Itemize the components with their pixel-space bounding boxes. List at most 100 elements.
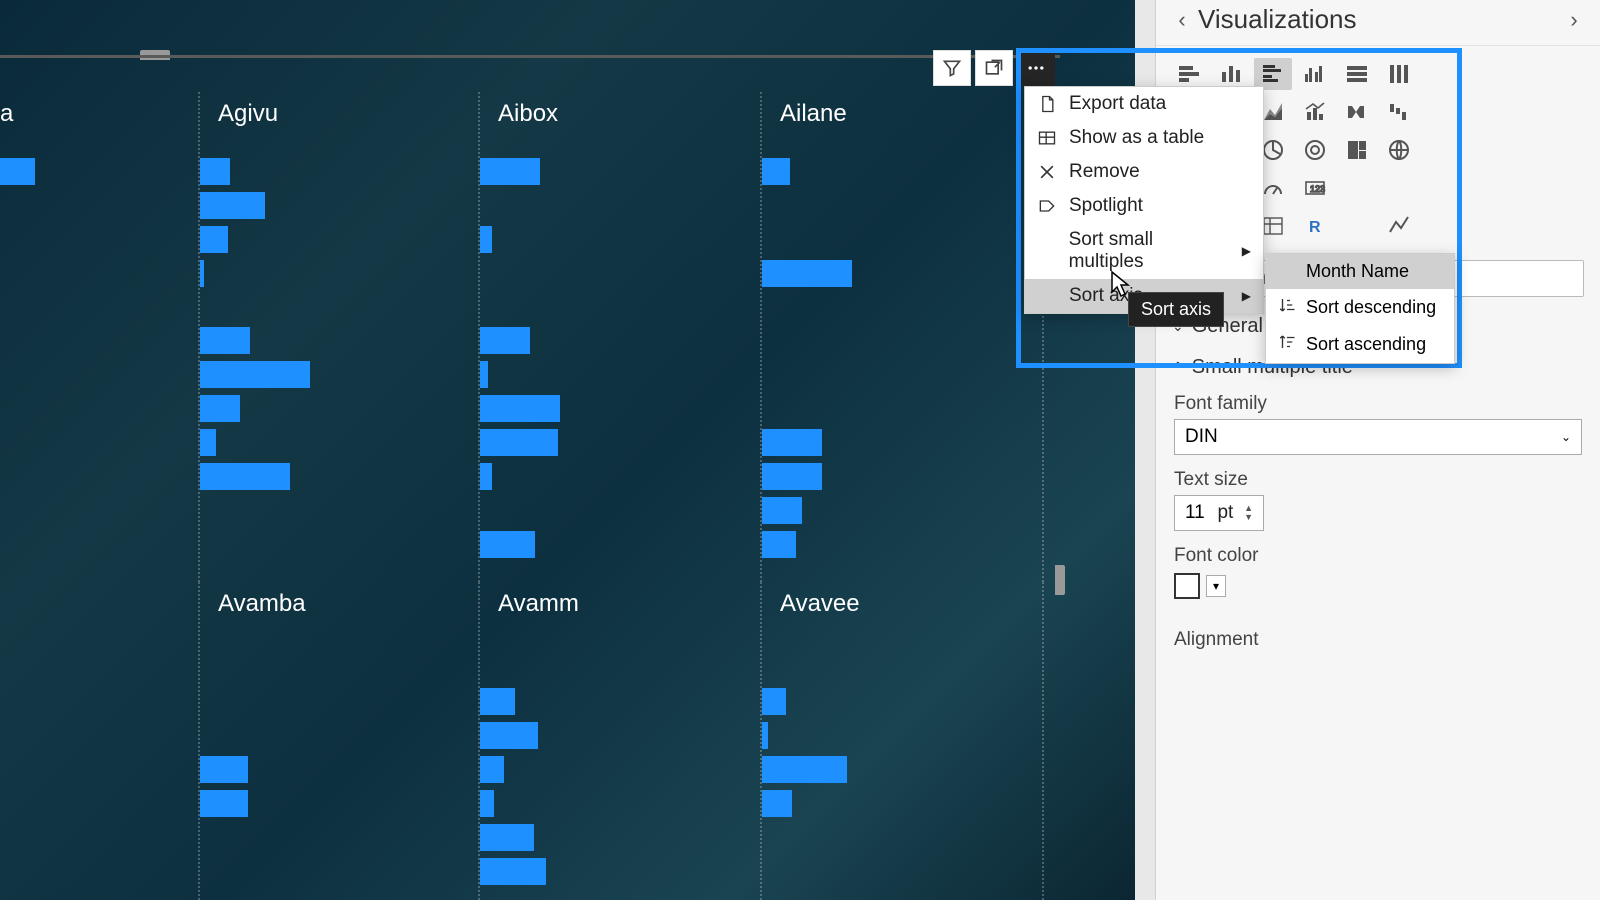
key-influencers-icon[interactable] [1380, 210, 1418, 242]
bar[interactable] [762, 790, 792, 817]
bar[interactable] [480, 327, 530, 354]
menu-sort-small-multiples[interactable]: Sort small multiples ▶ [1025, 223, 1263, 279]
text-size-spinner[interactable]: ▲▼ [1244, 504, 1253, 522]
alignment-label: Alignment [1174, 629, 1582, 651]
line-column-icon[interactable] [1296, 96, 1334, 128]
bar[interactable] [480, 688, 515, 715]
chevron-right-icon: ▶ [1242, 244, 1251, 258]
bar[interactable] [480, 361, 488, 388]
text-size-input[interactable]: 11 pt ▲▼ [1174, 495, 1264, 531]
pane-collapse-right[interactable]: › [1558, 7, 1590, 33]
menu-spotlight[interactable]: Spotlight [1025, 189, 1263, 223]
bar[interactable] [480, 226, 492, 253]
waterfall-icon[interactable] [1380, 96, 1418, 128]
bar[interactable] [480, 756, 504, 783]
bar[interactable] [762, 260, 852, 287]
bar[interactable] [762, 531, 796, 558]
small-multiples-grid: aAgivuAiboxAilaneAvambaAvammAvavee [0, 92, 1060, 900]
bar[interactable] [480, 858, 546, 885]
bar[interactable] [480, 531, 535, 558]
small-multiple-title: Avavee [762, 590, 1030, 618]
submenu-label: Month Name [1306, 261, 1409, 282]
bar[interactable] [480, 722, 538, 749]
bar[interactable] [200, 226, 228, 253]
menu-remove[interactable]: Remove [1025, 155, 1263, 189]
r-visual-icon[interactable]: R [1296, 210, 1334, 242]
chevron-right-icon: ▶ [1242, 289, 1251, 303]
menu-label: Sort small multiples [1069, 229, 1230, 273]
font-color-swatch[interactable] [1174, 573, 1200, 599]
multi-card-icon[interactable] [1338, 172, 1376, 204]
bar[interactable] [200, 790, 248, 817]
menu-show-as-table[interactable]: Show as a table [1025, 121, 1263, 155]
ribbon-chart-icon[interactable] [1338, 96, 1376, 128]
bar[interactable] [200, 260, 204, 287]
bar[interactable] [762, 756, 847, 783]
bar[interactable] [200, 192, 265, 219]
small-multiple-title: Aibox [480, 100, 748, 128]
visual-header-toolbar [933, 50, 1055, 86]
document-icon [1037, 94, 1057, 114]
small-multiple-cell: a [0, 92, 200, 582]
text-size-unit: pt [1217, 502, 1233, 524]
visual-context-menu: Export data Show as a table Remove Spotl… [1024, 86, 1264, 314]
small-multiple-cell: Agivu [200, 92, 480, 582]
bar[interactable] [200, 361, 310, 388]
bar[interactable] [200, 327, 250, 354]
more-options-button[interactable] [1017, 50, 1055, 86]
small-multiple-cell: Avavee [762, 582, 1044, 900]
bar[interactable] [480, 824, 534, 851]
bar[interactable] [762, 722, 768, 749]
submenu-sort-descending[interactable]: Sort descending [1266, 289, 1454, 326]
filter-button[interactable] [933, 50, 971, 86]
small-multiple-title: Avamba [200, 590, 466, 618]
submenu-month-name[interactable]: Month Name [1266, 254, 1454, 289]
small-multiple-cell: Ailane [762, 92, 1044, 582]
submenu-label: Sort descending [1306, 297, 1436, 318]
100-stacked-column-icon[interactable] [1380, 58, 1418, 90]
bar[interactable] [200, 158, 230, 185]
bar[interactable] [762, 158, 790, 185]
small-multiple-title: a [0, 100, 186, 128]
donut-icon[interactable] [1296, 134, 1334, 166]
pane-header: ‹ Visualizations › [1156, 0, 1600, 46]
bar[interactable] [200, 429, 216, 456]
submenu-sort-ascending[interactable]: Sort ascending [1266, 326, 1454, 363]
menu-label: Spotlight [1069, 195, 1143, 217]
bar[interactable] [200, 756, 248, 783]
bar[interactable] [762, 688, 786, 715]
sort-ascending-icon [1278, 333, 1296, 356]
clustered-column-icon[interactable] [1296, 58, 1334, 90]
font-color-label: Font color [1174, 545, 1582, 567]
bar[interactable] [480, 463, 492, 490]
submenu-label: Sort ascending [1306, 334, 1426, 355]
bar[interactable] [762, 463, 822, 490]
kpi-icon[interactable] [1380, 172, 1418, 204]
bar[interactable] [480, 790, 494, 817]
bar[interactable] [480, 395, 560, 422]
100-stacked-bar-icon[interactable] [1338, 58, 1376, 90]
menu-export-data[interactable]: Export data [1025, 87, 1263, 121]
py-visual-icon[interactable] [1338, 210, 1376, 242]
focus-mode-button[interactable] [975, 50, 1013, 86]
bar[interactable] [200, 463, 290, 490]
treemap-icon[interactable] [1338, 134, 1376, 166]
sort-descending-icon [1278, 296, 1296, 319]
bar[interactable] [762, 429, 822, 456]
bar[interactable] [480, 158, 540, 185]
font-family-select[interactable]: DIN ⌄ [1174, 419, 1582, 455]
small-multiple-cell: Avamba [200, 582, 480, 900]
sort-axis-submenu: Month Name Sort descending Sort ascendin… [1265, 253, 1455, 364]
menu-label: Show as a table [1069, 127, 1204, 149]
tooltip: Sort axis [1128, 292, 1224, 327]
bar[interactable] [200, 395, 240, 422]
map-icon[interactable] [1380, 134, 1418, 166]
bar[interactable] [0, 158, 35, 185]
bar[interactable] [480, 429, 558, 456]
pane-collapse-left[interactable]: ‹ [1166, 7, 1198, 33]
card-icon[interactable]: 123 [1296, 172, 1334, 204]
font-color-dropdown[interactable]: ▾ [1206, 575, 1226, 597]
small-multiple-cell [0, 582, 200, 900]
bar[interactable] [762, 497, 802, 524]
report-canvas: aAgivuAiboxAilaneAvambaAvammAvavee [0, 0, 1135, 900]
